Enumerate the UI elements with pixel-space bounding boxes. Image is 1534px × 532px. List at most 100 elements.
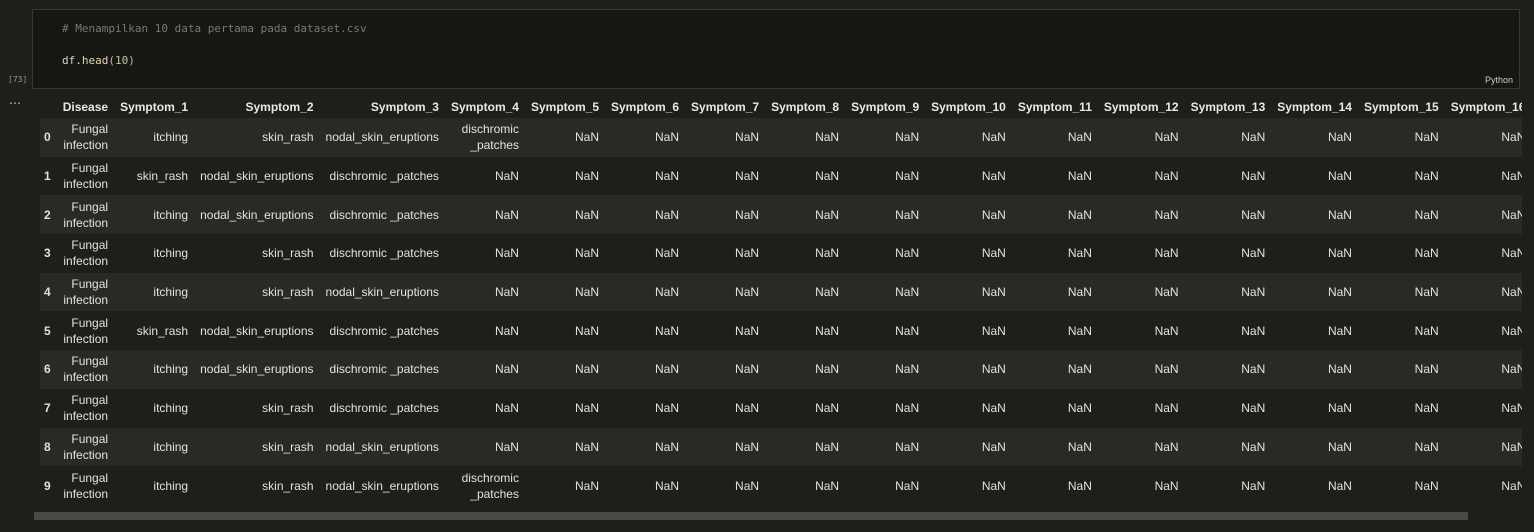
table-cell: skin_rash — [262, 130, 314, 145]
table-cell: NaN — [574, 207, 599, 222]
row-index: 3 — [44, 246, 51, 261]
table-row: 8 Fungal infection itching skin_rash nodal_s… — [40, 427, 1522, 467]
row-index: 0 — [44, 130, 51, 145]
table-cell: NaN — [1067, 207, 1092, 222]
column-header: Symptom_13 — [1184, 96, 1272, 118]
table-cell: NaN — [1154, 169, 1179, 184]
table-cell: NaN — [1327, 207, 1352, 222]
table-cell: NaN — [1501, 362, 1522, 377]
table-cell: NaN — [1501, 323, 1522, 338]
table-cell: NaN — [574, 362, 599, 377]
table-cell: NaN — [1154, 362, 1179, 377]
code-close-paren: ) — [128, 54, 135, 67]
code-cell-input[interactable]: # Menampilkan 10 data pertama pada datas… — [32, 9, 1520, 89]
table-cell: NaN — [1154, 323, 1179, 338]
row-index: 1 — [44, 169, 51, 184]
column-header: Symptom_16 — [1444, 96, 1522, 118]
table-cell: NaN — [1501, 130, 1522, 145]
table-cell: NaN — [981, 169, 1006, 184]
table-row: 6 Fungal infection itching nodal_skin_erupt… — [40, 350, 1522, 389]
table-cell: NaN — [655, 478, 680, 493]
code-function: head — [81, 54, 109, 67]
table-cell: NaN — [655, 285, 680, 300]
table-cell: NaN — [735, 285, 760, 300]
table-cell: NaN — [1414, 246, 1439, 261]
table-row: 2 Fungal infection itching nodal_skin_erupt… — [40, 195, 1522, 235]
table-cell: NaN — [655, 207, 680, 222]
table-cell: NaN — [655, 401, 680, 416]
code-object: df. — [62, 54, 82, 67]
dataframe-table: Disease Symptom_1 Symptom_2 Symptom_3 Sympto… — [40, 96, 1522, 505]
table-cell: NaN — [1067, 285, 1092, 300]
table-cell: NaN — [1067, 478, 1092, 493]
table-cell: NaN — [895, 246, 920, 261]
table-cell: NaN — [1067, 362, 1092, 377]
table-cell: NaN — [1154, 478, 1179, 493]
table-cell: nodal_skin_eruptions — [325, 439, 439, 454]
table-row: 4 Fungal infection itching skin_rash nodal_s… — [40, 272, 1522, 312]
table-cell: NaN — [1501, 285, 1522, 300]
table-cell: Fungal infection — [63, 470, 109, 501]
row-index: 6 — [44, 362, 51, 377]
table-cell: skin_rash — [136, 323, 189, 338]
table-cell: NaN — [1414, 207, 1439, 222]
table-cell: nodal_skin_eruptions — [325, 478, 439, 493]
table-cell: NaN — [1501, 246, 1522, 261]
table-cell: NaN — [1414, 130, 1439, 145]
table-cell: NaN — [1241, 478, 1266, 493]
table-cell: NaN — [1241, 323, 1266, 338]
table-cell: NaN — [494, 207, 519, 222]
table-cell: NaN — [655, 169, 680, 184]
table-cell: NaN — [494, 323, 519, 338]
table-cell: NaN — [895, 401, 920, 416]
table-cell: NaN — [1154, 401, 1179, 416]
table-cell: dischromic _patches — [329, 207, 439, 222]
column-header: Symptom_2 — [194, 96, 320, 118]
horizontal-scrollbar[interactable] — [34, 512, 1468, 520]
table-cell: NaN — [1501, 169, 1522, 184]
table-row: 7 Fungal infection itching skin_rash dischro… — [40, 388, 1522, 428]
row-index: 5 — [44, 323, 51, 338]
table-cell: NaN — [815, 439, 840, 454]
table-row: 1 Fungal infection skin_rash nodal_skin_eru… — [40, 156, 1522, 196]
cell-language-label[interactable]: Python — [1485, 75, 1513, 85]
output-area: Disease Symptom_1 Symptom_2 Symptom_3 Sympto… — [40, 96, 1522, 508]
table-cell: NaN — [895, 439, 920, 454]
table-cell: NaN — [1067, 169, 1092, 184]
table-row: 5 Fungal infection skin_rash nodal_skin_eru… — [40, 311, 1522, 351]
table-cell: NaN — [1154, 439, 1179, 454]
table-cell: NaN — [735, 246, 760, 261]
table-cell: NaN — [815, 323, 840, 338]
table-cell: NaN — [895, 323, 920, 338]
output-more-icon[interactable]: ⋯ — [9, 96, 22, 110]
table-cell: Fungal infection — [63, 393, 109, 424]
table-cell: Fungal infection — [63, 277, 109, 308]
table-cell: NaN — [1327, 169, 1352, 184]
table-cell: NaN — [1327, 285, 1352, 300]
table-cell: NaN — [655, 246, 680, 261]
row-index: 7 — [44, 401, 51, 416]
table-cell: NaN — [1501, 439, 1522, 454]
table-cell: skin_rash — [262, 246, 314, 261]
table-cell: NaN — [494, 169, 519, 184]
row-index: 2 — [44, 207, 51, 222]
table-cell: NaN — [1327, 130, 1352, 145]
table-cell: NaN — [1241, 362, 1266, 377]
table-cell: NaN — [574, 169, 599, 184]
execution-count: [73] — [8, 75, 28, 84]
table-cell: Fungal infection — [63, 315, 109, 346]
table-cell: nodal_skin_eruptions — [200, 207, 314, 222]
table-cell: Fungal infection — [63, 161, 109, 192]
table-row: 3 Fungal infection itching skin_rash dischro… — [40, 234, 1522, 273]
table-cell: NaN — [735, 169, 760, 184]
table-cell: itching — [153, 439, 189, 454]
table-cell: NaN — [1501, 207, 1522, 222]
table-cell: NaN — [895, 362, 920, 377]
column-header: Symptom_8 — [765, 96, 846, 118]
column-header: Symptom_5 — [524, 96, 605, 118]
table-cell: NaN — [655, 362, 680, 377]
code-open-paren: ( — [108, 54, 115, 67]
table-cell: NaN — [1241, 130, 1266, 145]
table-cell: NaN — [1327, 362, 1352, 377]
table-cell: NaN — [1067, 401, 1092, 416]
